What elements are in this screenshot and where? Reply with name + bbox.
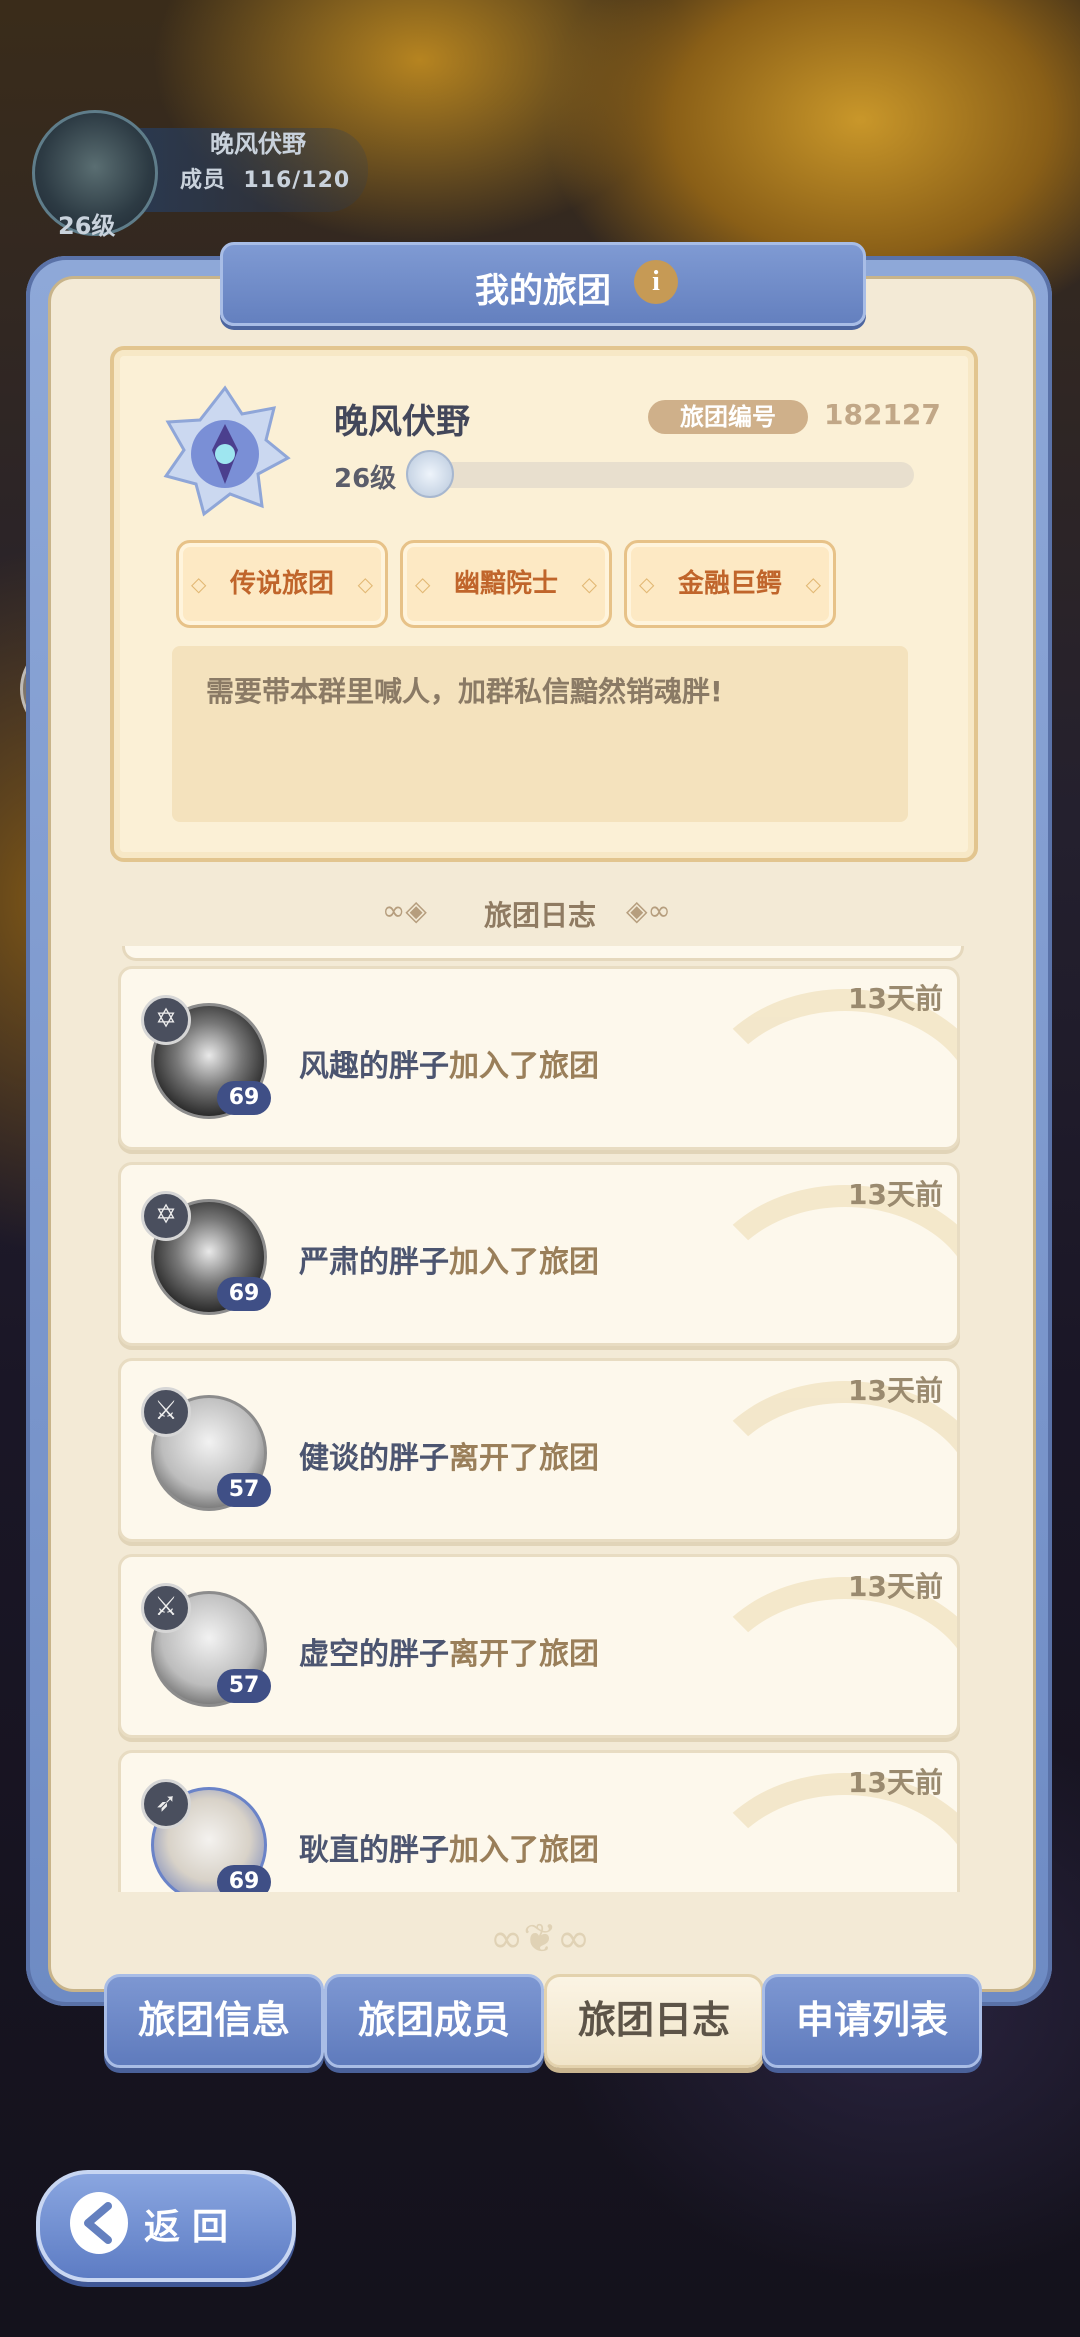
player-level: 57 xyxy=(217,1473,271,1507)
guild-tag-2[interactable]: 幽黯院士 xyxy=(400,540,612,628)
ornament-right-icon: ◈∞ xyxy=(626,894,671,927)
player-level: 69 xyxy=(217,1865,271,1892)
log-action: 离开了旅团 xyxy=(449,1637,599,1672)
mini-guild-name: 晚风伏野 xyxy=(210,130,306,158)
player-name: 严肃的胖子 xyxy=(299,1245,449,1280)
log-entry: 13天前 ⚔ 57 虚空的胖子离开了旅团 xyxy=(118,1554,960,1738)
log-message: 严肃的胖子加入了旅团 xyxy=(299,1237,599,1281)
guild-emblem-icon xyxy=(163,385,291,517)
player-name: 虚空的胖子 xyxy=(299,1637,449,1672)
list-top-edge xyxy=(122,946,964,961)
guild-id: 182127 xyxy=(824,398,941,431)
guild-notice: 需要带本群里喊人，加群私信黯然销魂胖! xyxy=(172,646,908,822)
player-level: 69 xyxy=(217,1081,271,1115)
log-entry: 13天前 ⚔ 57 健谈的胖子离开了旅团 xyxy=(118,1358,960,1542)
log-action: 加入了旅团 xyxy=(449,1245,599,1280)
guild-id-label: 旅团编号 xyxy=(648,400,808,434)
panel-title: 我的旅团 xyxy=(475,271,611,311)
log-time: 13天前 xyxy=(848,1570,943,1603)
player-level: 57 xyxy=(217,1669,271,1703)
log-message: 耿直的胖子加入了旅团 xyxy=(299,1825,599,1869)
back-label: 返回 xyxy=(144,2207,241,2248)
log-section-title: 旅团日志 xyxy=(483,899,596,932)
tab-guild-info[interactable]: 旅团信息 xyxy=(104,1974,324,2068)
log-message: 风趣的胖子加入了旅团 xyxy=(299,1041,599,1085)
log-entry: 13天前 ➶ 69 耿直的胖子加入了旅团 xyxy=(118,1750,960,1892)
log-action: 加入了旅团 xyxy=(449,1049,599,1084)
bow-rank-icon: ➶ xyxy=(141,1779,191,1829)
sword-rank-icon: ⚔ xyxy=(141,1387,191,1437)
player-name: 健谈的胖子 xyxy=(299,1441,449,1476)
cat-ornament-icon: ∞❦∞ xyxy=(489,1916,591,1962)
player-name: 耿直的胖子 xyxy=(299,1833,449,1868)
log-entry: 13天前 ✡ 69 严肃的胖子加入了旅团 xyxy=(118,1162,960,1346)
player-level: 69 xyxy=(217,1277,271,1311)
log-entry: 13天前 ✡ 69 风趣的胖子加入了旅团 xyxy=(118,966,960,1150)
log-message: 健谈的胖子离开了旅团 xyxy=(299,1433,599,1477)
sword-rank-icon: ⚔ xyxy=(141,1583,191,1633)
panel-title-bar: 我的旅团 xyxy=(220,242,866,326)
log-time: 13天前 xyxy=(848,1766,943,1799)
guild-mini-badge[interactable]: 晚风伏野 成员 116/120 26级 xyxy=(18,110,378,240)
log-time: 13天前 xyxy=(848,1374,943,1407)
tab-application-list[interactable]: 申请列表 xyxy=(762,1974,982,2068)
log-message: 虚空的胖子离开了旅团 xyxy=(299,1629,599,1673)
star-rank-icon: ✡ xyxy=(141,995,191,1045)
members-label: 成员 xyxy=(180,168,227,193)
mini-members: 成员 116/120 xyxy=(180,162,350,194)
back-button[interactable]: 返回 xyxy=(36,2170,296,2282)
guild-name: 晚风伏野 xyxy=(334,402,470,442)
log-action: 加入了旅团 xyxy=(449,1833,599,1868)
guild-level: 26级 xyxy=(334,464,397,494)
mini-guild-level: 26级 xyxy=(58,212,116,240)
log-time: 13天前 xyxy=(848,1178,943,1211)
player-name: 风趣的胖子 xyxy=(299,1049,449,1084)
guild-tag-1[interactable]: 传说旅团 xyxy=(176,540,388,628)
star-rank-icon: ✡ xyxy=(141,1191,191,1241)
members-count: 116/120 xyxy=(243,168,351,193)
chevron-left-icon xyxy=(70,2192,128,2254)
crown-icon xyxy=(406,450,454,498)
guild-notice-text: 需要带本群里喊人，加群私信黯然销魂胖! xyxy=(206,675,723,708)
tab-guild-members[interactable]: 旅团成员 xyxy=(324,1974,544,2068)
log-action: 离开了旅团 xyxy=(449,1441,599,1476)
log-list[interactable]: 13天前 ✡ 69 风趣的胖子加入了旅团 13天前 ✡ 69 严肃的胖子加入了旅… xyxy=(110,946,970,1892)
log-time: 13天前 xyxy=(848,982,943,1015)
info-icon[interactable]: i xyxy=(634,260,678,304)
tab-guild-log[interactable]: 旅团日志 xyxy=(544,1974,764,2068)
guild-tag-3[interactable]: 金融巨鳄 xyxy=(624,540,836,628)
guild-exp-bar xyxy=(418,462,914,488)
